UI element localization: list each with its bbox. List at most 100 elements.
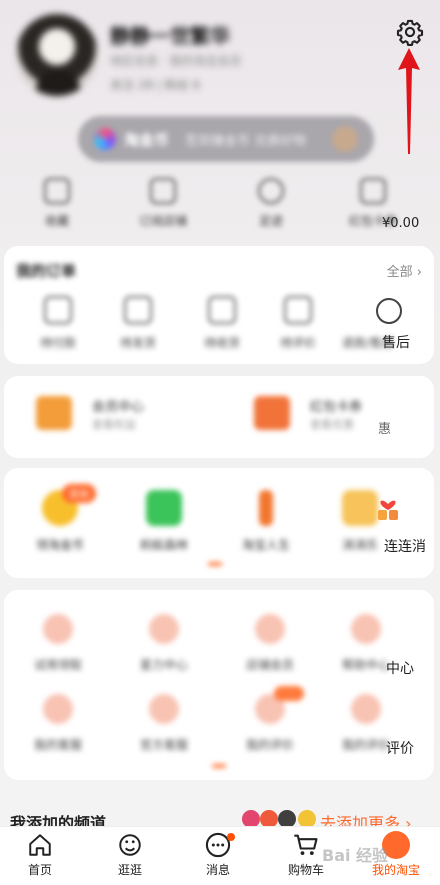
member-card: 会员中心 查看权益 红包卡券 查看优惠 惠 <box>4 376 434 458</box>
order-label: 待付款 <box>39 336 76 350</box>
member-name: 红包卡券 <box>310 400 363 415</box>
tab-label: 购物车 <box>287 863 324 877</box>
comment-icon <box>284 296 312 324</box>
service-official[interactable]: 官方客服 <box>124 694 204 753</box>
order-pending-receipt[interactable]: 待收货 <box>192 296 252 351</box>
gear-icon <box>396 19 424 46</box>
game-icon <box>342 490 378 526</box>
figure-icon <box>259 490 273 526</box>
quick-item-history[interactable]: 足迹 <box>236 178 306 229</box>
member-sub: 查看权益 <box>92 418 136 431</box>
after-sale-label[interactable]: 售后 <box>382 332 410 352</box>
quick-label: 订阅店铺 <box>138 214 187 228</box>
tab-label: 首页 <box>27 863 52 877</box>
store-icon <box>150 178 176 204</box>
tab-label: 逛逛 <box>117 863 142 877</box>
order-label: 待发货 <box>119 336 156 350</box>
comment-circle-icon <box>351 694 381 724</box>
order-label: 待收货 <box>203 336 240 350</box>
app-label: 淘宝人生 <box>241 538 290 552</box>
cart-icon <box>292 831 320 859</box>
service-trial[interactable]: 试用领取 <box>18 614 98 673</box>
service-edge-label-1[interactable]: 中心 <box>386 658 414 678</box>
profile-stats: 关注 28 | 粉丝 6 <box>110 78 201 92</box>
app-taobao-life[interactable]: 淘宝人生 <box>226 490 306 553</box>
service-label: 我的评价 <box>245 738 294 752</box>
tab-stroll[interactable]: 逛逛 <box>90 831 170 878</box>
quick-label: 收藏 <box>44 214 69 228</box>
quick-label: 足迹 <box>258 214 283 228</box>
service-label: 我的客服 <box>33 738 82 752</box>
vip-thumbnail <box>332 126 358 152</box>
order-pending-payment[interactable]: 待付款 <box>28 296 88 351</box>
headset-icon <box>149 694 179 724</box>
order-pending-review[interactable]: 待评价 <box>268 296 328 351</box>
vip-text: 签到赚金币 兑换好物 <box>185 133 307 149</box>
vip-banner[interactable]: 淘金币 签到赚金币 兑换好物 <box>78 116 374 162</box>
service-label: 试用领取 <box>33 658 82 672</box>
bell-icon <box>43 694 73 724</box>
service-my-review[interactable]: 我的评价 <box>230 694 310 753</box>
app-label: 蚂蚁森林 <box>139 538 188 552</box>
avatar[interactable] <box>16 14 98 96</box>
quick-item-favorites[interactable]: 收藏 <box>22 178 92 229</box>
service-label: 店铺会员 <box>245 658 294 672</box>
crown-icon <box>255 614 285 644</box>
services-card: 试用领取 星力中心 店铺会员 帮助中心 我的客服 官方客服 我的评价 我的评价 … <box>4 590 434 780</box>
order-label: 待评价 <box>279 336 316 350</box>
stroll-icon <box>116 831 144 859</box>
annotation-arrow-icon <box>398 48 420 154</box>
app-edge-label[interactable]: 连连消 <box>384 536 426 556</box>
member-icon <box>36 396 72 430</box>
vip-title: 淘金币 <box>124 130 170 149</box>
wallet-icon <box>44 296 72 324</box>
member-sub: 查看优惠 <box>310 418 354 431</box>
tab-label: 消息 <box>205 863 230 877</box>
star-circle-icon <box>149 614 179 644</box>
service-store-member[interactable]: 店铺会员 <box>230 614 310 673</box>
service-badge <box>274 686 304 701</box>
page-indicator <box>212 764 226 768</box>
order-pending-shipment[interactable]: 待发货 <box>108 296 168 351</box>
tab-messages[interactable]: 消息 <box>178 831 258 878</box>
wallet-value: ¥0.00 <box>382 216 420 231</box>
notification-dot <box>227 833 235 841</box>
star-icon <box>44 178 70 204</box>
app-badge: 签到 <box>62 484 96 503</box>
nickname: 静静一世繁华 <box>110 24 230 48</box>
quick-item-subscribed-stores[interactable]: 订阅店铺 <box>128 178 198 229</box>
tab-home[interactable]: 首页 <box>0 831 80 878</box>
member-name: 会员中心 <box>92 400 145 415</box>
watermark: Bai 经验 <box>322 846 389 865</box>
coupon-card-icon <box>254 396 290 430</box>
service-label: 我的评价 <box>341 738 390 752</box>
profile-subtitle: 地区信息 · 我的淘宝会员 <box>110 54 242 68</box>
box-icon <box>124 296 152 324</box>
coupon-icon <box>360 178 386 204</box>
heart-icon <box>378 500 398 520</box>
settings-button[interactable] <box>394 16 426 48</box>
orders-card: 我的订单 全部 › 待付款 待发货 待收货 待评价 退款/售后 售后 <box>4 246 434 364</box>
service-star-center[interactable]: 星力中心 <box>124 614 204 673</box>
ticket-icon <box>351 614 381 644</box>
orders-all-link[interactable]: 全部 › <box>387 261 422 280</box>
service-label: 官方客服 <box>139 738 188 752</box>
home-icon <box>26 831 54 859</box>
clock-icon <box>258 178 284 204</box>
apps-card: 领淘金币 签到 蚂蚁森林 淘宝人生 消消乐 连连消 <box>4 468 434 578</box>
app-label: 领淘金币 <box>35 538 84 552</box>
truck-icon <box>208 296 236 324</box>
app-ant-forest[interactable]: 蚂蚁森林 <box>124 490 204 553</box>
member-edge-text: 惠 <box>378 422 392 437</box>
coupon-tile[interactable]: 红包卡券 查看优惠 <box>254 396 434 436</box>
gift-icon <box>43 614 73 644</box>
taojinbi-icon <box>94 128 116 150</box>
service-label: 星力中心 <box>139 658 188 672</box>
service-label: 帮助中心 <box>341 658 390 672</box>
service-edge-label-2[interactable]: 评价 <box>386 738 414 758</box>
page-indicator <box>208 562 222 566</box>
orders-title: 我的订单 <box>16 262 77 280</box>
member-center-tile[interactable]: 会员中心 查看权益 <box>36 396 216 436</box>
service-my-service[interactable]: 我的客服 <box>18 694 98 753</box>
app-label: 消消乐 <box>341 538 378 552</box>
